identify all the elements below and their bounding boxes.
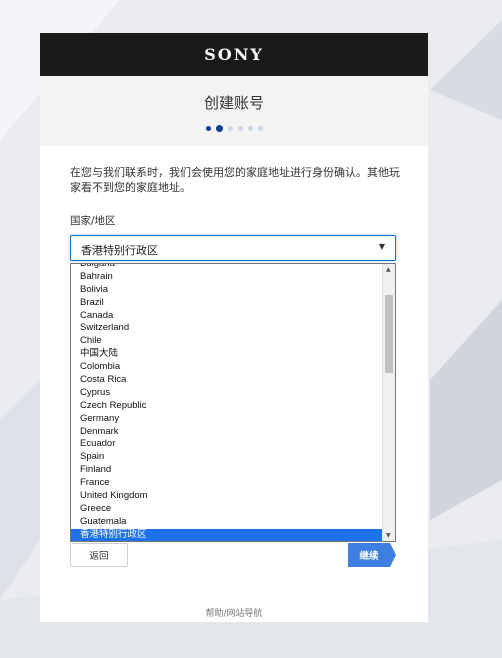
progress-dot-current xyxy=(215,125,223,132)
country-label: 国家/地区 xyxy=(70,215,116,227)
next-arrow-icon xyxy=(390,543,396,567)
next-button[interactable]: 继续 xyxy=(348,543,390,567)
country-select[interactable]: 香港特别行政区 ▼ xyxy=(70,235,396,261)
scroll-down-arrow-icon[interactable]: ▼ xyxy=(386,532,391,539)
country-option[interactable]: Brazil xyxy=(71,297,383,310)
country-option[interactable]: Germany xyxy=(71,413,383,426)
brand-bar: SONY xyxy=(40,33,428,76)
page-title: 创建账号 xyxy=(203,94,264,112)
help-link[interactable]: 帮助/网站导航 xyxy=(40,606,428,619)
country-option[interactable]: Costa Rica xyxy=(71,374,383,387)
country-option[interactable]: 香港特别行政区 xyxy=(71,528,383,541)
progress-dot xyxy=(237,126,243,131)
country-option[interactable]: Colombia xyxy=(71,361,383,374)
country-option[interactable]: Cyprus xyxy=(71,387,383,400)
country-option[interactable]: Czech Republic xyxy=(71,400,383,413)
country-option[interactable]: Chile xyxy=(71,335,383,348)
scroll-up-arrow-icon[interactable]: ▲ xyxy=(386,266,391,273)
country-option[interactable]: Bahrain xyxy=(71,271,383,284)
country-option[interactable]: Canada xyxy=(71,310,383,323)
country-option[interactable]: Bulgaria xyxy=(71,264,383,271)
scrollbar[interactable]: ▲ ▼ xyxy=(382,264,395,541)
country-option[interactable]: France xyxy=(71,477,383,490)
country-select-value: 香港特别行政区 xyxy=(81,244,158,257)
intro-text: 在您与我们联系时，我们会使用您的家庭地址进行身份确认。其他玩家看不到您的家庭地址… xyxy=(70,166,400,194)
card-header: 创建账号 xyxy=(40,76,428,146)
country-option[interactable]: Switzerland xyxy=(71,322,383,335)
sony-logo: SONY xyxy=(204,45,264,64)
country-option[interactable]: 中国大陆 xyxy=(71,348,383,361)
country-option[interactable]: United Kingdom xyxy=(71,490,383,503)
dropdown-caret-icon: ▼ xyxy=(378,242,385,251)
progress-dots xyxy=(40,125,428,132)
progress-dot xyxy=(247,126,253,131)
back-button[interactable]: 返回 xyxy=(70,543,128,567)
country-option[interactable]: Guatemala xyxy=(71,516,383,529)
progress-dot xyxy=(227,126,233,131)
country-option[interactable]: Ecuador xyxy=(71,438,383,451)
scrollbar-thumb[interactable] xyxy=(385,295,393,373)
progress-dot xyxy=(257,126,263,131)
country-dropdown-list[interactable]: Bulgaria Bahrain Bolivia Brazil Canada Switze… xyxy=(70,263,396,542)
country-option[interactable]: Bolivia xyxy=(71,284,383,297)
progress-dot xyxy=(205,126,211,131)
country-option[interactable]: Finland xyxy=(71,464,383,477)
country-option[interactable]: Denmark xyxy=(71,426,383,439)
country-option[interactable]: Greece xyxy=(71,503,383,516)
country-options: Bulgaria Bahrain Bolivia Brazil Canada Switze… xyxy=(71,264,383,541)
country-option[interactable]: Spain xyxy=(71,451,383,464)
